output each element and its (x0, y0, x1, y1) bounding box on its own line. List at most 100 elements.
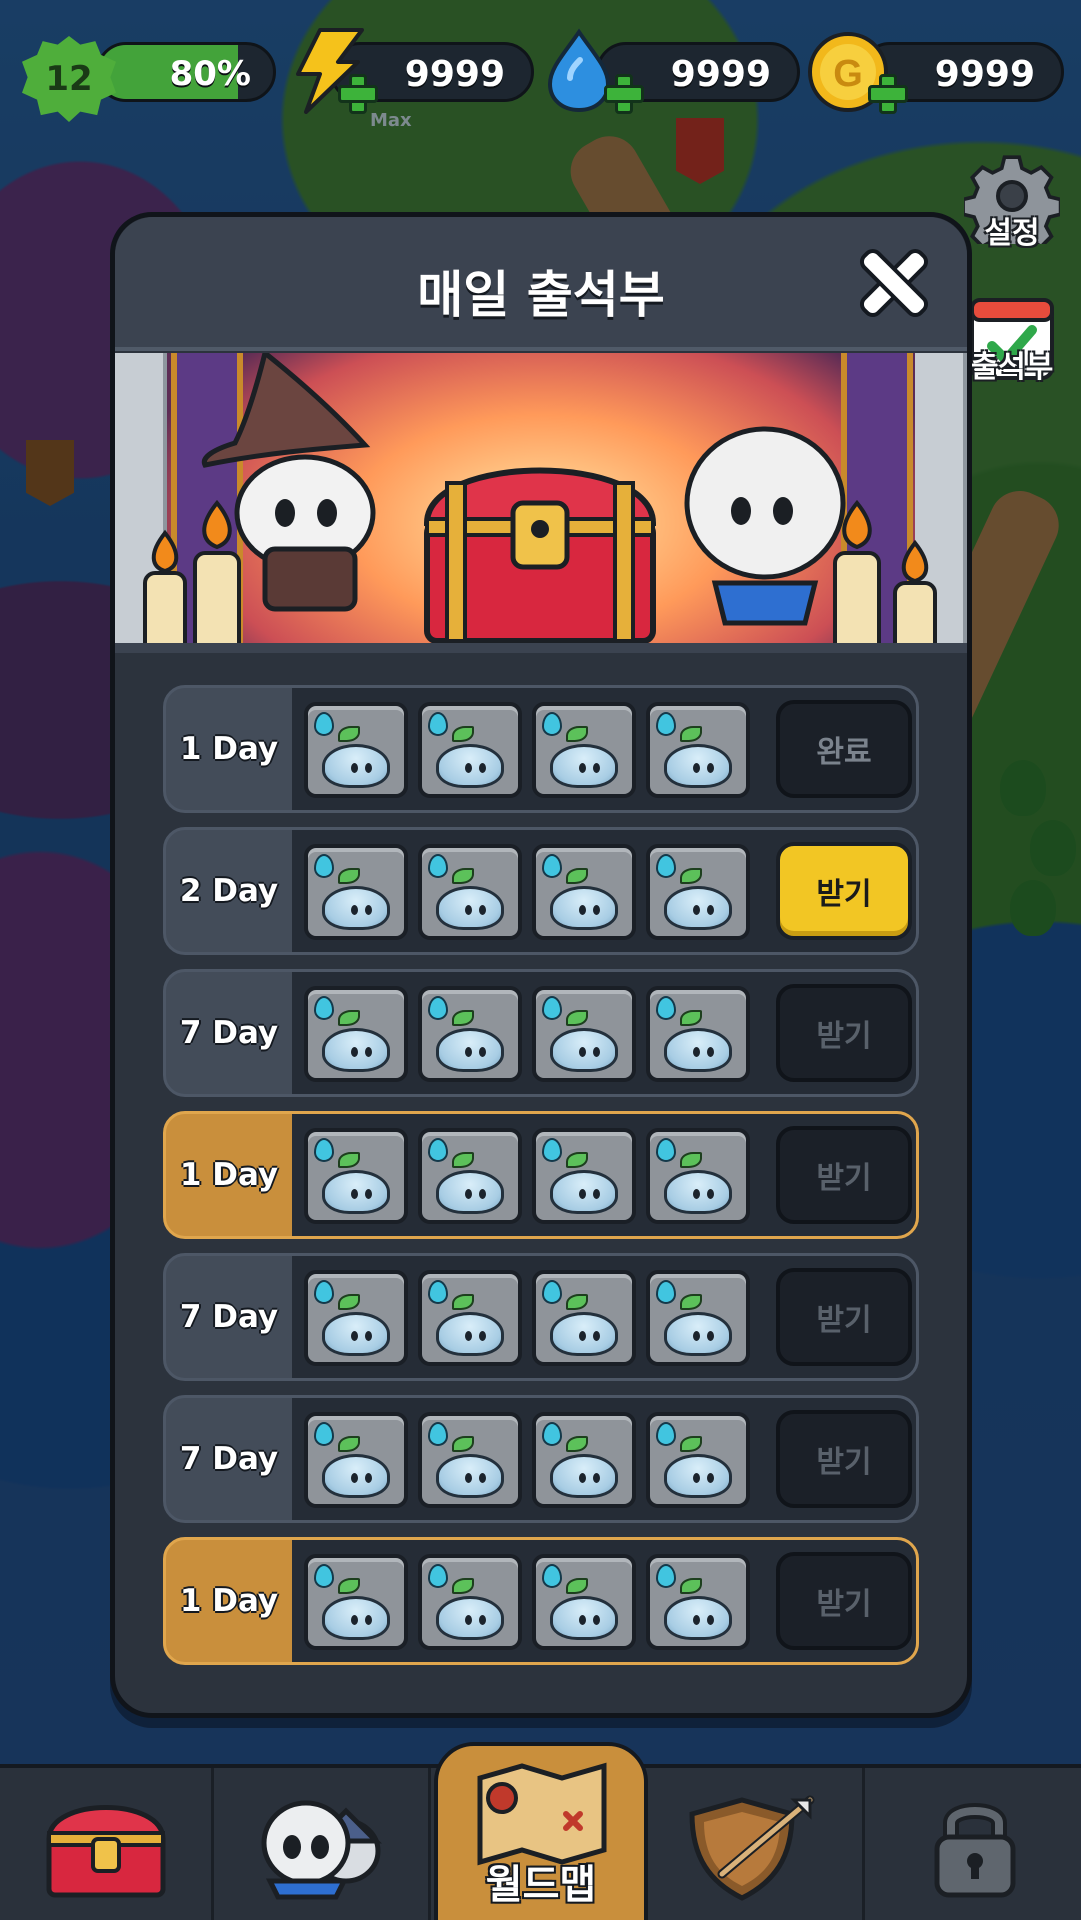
energy-plus-icon[interactable] (338, 74, 378, 114)
sprout-icon (338, 868, 360, 884)
sprout-icon (680, 1436, 702, 1452)
claim-button[interactable]: 받기 (776, 1268, 912, 1366)
reward-banner-illustration (115, 353, 967, 653)
gold-plus-icon[interactable] (868, 74, 908, 114)
slime-icon (322, 1454, 390, 1498)
slime-icon (664, 1170, 732, 1214)
sprout-icon (566, 1010, 588, 1026)
reward-item-slot[interactable] (304, 844, 408, 940)
reward-item-slot[interactable] (304, 1554, 408, 1650)
water-drop-icon (542, 1280, 562, 1304)
reward-item-slot[interactable] (418, 844, 522, 940)
reward-item-slot[interactable] (646, 1412, 750, 1508)
tab-characters[interactable] (217, 1768, 431, 1920)
tab-world-map[interactable]: 월드맵 (434, 1742, 648, 1920)
attendance-row-special: 1 Day 받기 (163, 1537, 919, 1665)
water-drop-icon (314, 1138, 334, 1162)
reward-item-slot[interactable] (532, 1554, 636, 1650)
slime-icon (664, 886, 732, 930)
slime-icon (436, 1312, 504, 1356)
reward-item-slot[interactable] (418, 1554, 522, 1650)
claim-button[interactable]: 받기 (776, 1552, 912, 1650)
reward-item-slot[interactable] (646, 844, 750, 940)
claim-button-done[interactable]: 완료 (776, 700, 912, 798)
reward-item-slot[interactable] (418, 702, 522, 798)
water-drop-icon (314, 1564, 334, 1588)
resource-bar: 80% 12 9999 Max 9999 9999 G (0, 0, 1081, 140)
claim-button[interactable]: 받기 (776, 1126, 912, 1224)
reward-item-slot[interactable] (532, 844, 636, 940)
reward-item-slot[interactable] (532, 986, 636, 1082)
sprout-icon (452, 1152, 474, 1168)
day-label: 7 Day (179, 1299, 279, 1335)
slime-icon (436, 1454, 504, 1498)
reward-item-slot[interactable] (532, 1412, 636, 1508)
slime-icon (322, 886, 390, 930)
claim-button[interactable]: 받기 (776, 1410, 912, 1508)
sprout-icon (338, 1436, 360, 1452)
water-drop-icon (428, 1564, 448, 1588)
reward-item-slot[interactable] (304, 1412, 408, 1508)
sprout-icon (680, 1152, 702, 1168)
day-label: 7 Day (179, 1441, 279, 1477)
sprout-icon (566, 1436, 588, 1452)
water-drop-icon (542, 996, 562, 1020)
settings-button[interactable]: 설정 (952, 148, 1072, 259)
water-drop-icon (428, 1138, 448, 1162)
reward-item-slot[interactable] (646, 1270, 750, 1366)
close-icon[interactable] (860, 249, 928, 317)
tab-battle[interactable] (651, 1768, 865, 1920)
attendance-row: 7 Day 받기 (163, 1395, 919, 1523)
sprout-icon (338, 1578, 360, 1594)
water-plus-icon[interactable] (604, 74, 644, 114)
sprout-icon (452, 1436, 474, 1452)
sprout-icon (452, 1578, 474, 1594)
reward-item-slot[interactable] (304, 702, 408, 798)
water-drop-icon (428, 1422, 448, 1446)
reward-item-slot[interactable] (418, 1128, 522, 1224)
sprout-icon (680, 1294, 702, 1310)
reward-item-slot[interactable] (418, 1412, 522, 1508)
tab-treasure-chest[interactable] (0, 1768, 214, 1920)
sprout-icon (452, 726, 474, 742)
reward-item-slot[interactable] (304, 1270, 408, 1366)
reward-item-slot[interactable] (646, 986, 750, 1082)
attendance-row-special: 1 Day 받기 (163, 1111, 919, 1239)
claim-button[interactable]: 받기 (776, 984, 912, 1082)
day-label: 1 Day (179, 1583, 279, 1619)
map-banner (26, 440, 74, 506)
slime-icon (436, 886, 504, 930)
slime-icon (322, 1028, 390, 1072)
gold-value: 9999 (934, 54, 1035, 95)
water-drop-icon (542, 712, 562, 736)
map-tree (1010, 880, 1056, 936)
sprout-icon (680, 1010, 702, 1026)
sprout-icon (680, 868, 702, 884)
sprout-icon (338, 1294, 360, 1310)
lock-icon (934, 1803, 1015, 1898)
reward-item-slot[interactable] (532, 1128, 636, 1224)
water-drop-icon (314, 712, 334, 736)
claim-button-active[interactable]: 받기 (776, 842, 912, 940)
sprout-icon (338, 1152, 360, 1168)
attendance-row: 1 Day 완료 (163, 685, 919, 813)
modal-title: 매일 출석부 (417, 266, 665, 324)
reward-item-slot[interactable] (418, 1270, 522, 1366)
slime-icon (664, 1454, 732, 1498)
sprout-icon (680, 726, 702, 742)
reward-item-slot[interactable] (532, 1270, 636, 1366)
reward-item-slot[interactable] (304, 1128, 408, 1224)
xp-percent: 80% (169, 54, 251, 94)
reward-item-slot[interactable] (646, 702, 750, 798)
tab-locked[interactable] (868, 1768, 1081, 1920)
water-drop-icon (428, 996, 448, 1020)
sprout-icon (338, 1010, 360, 1026)
reward-item-slot[interactable] (646, 1128, 750, 1224)
reward-item-slot[interactable] (532, 702, 636, 798)
reward-item-slot[interactable] (646, 1554, 750, 1650)
reward-item-slot[interactable] (418, 986, 522, 1082)
slime-icon (322, 1596, 390, 1640)
slime-icon (550, 1454, 618, 1498)
reward-item-slot[interactable] (304, 986, 408, 1082)
slime-icon (664, 1312, 732, 1356)
